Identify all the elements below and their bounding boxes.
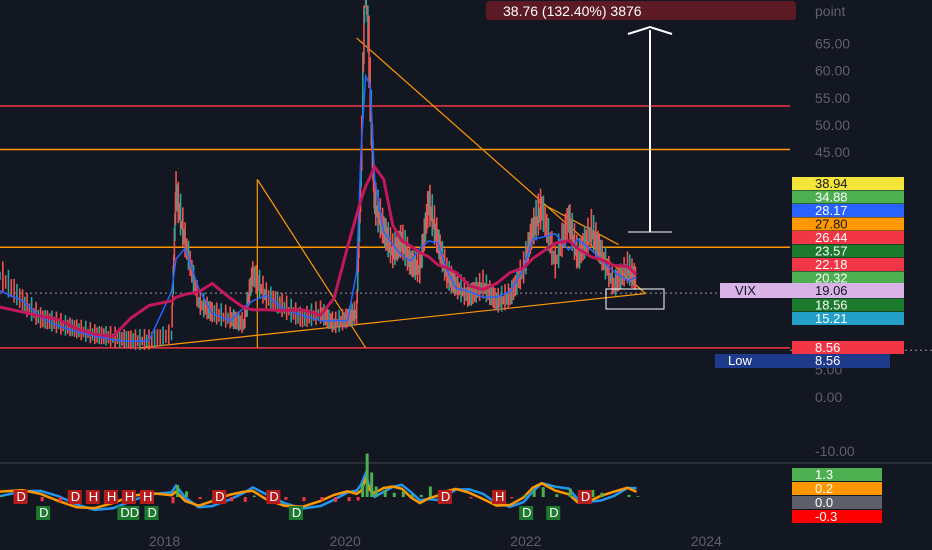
signal-marker-label: D — [292, 505, 301, 520]
histogram-bar — [541, 487, 545, 497]
signal-marker-label: D — [549, 505, 558, 520]
x-tick-label: 2020 — [330, 533, 361, 549]
histogram-bar — [58, 497, 62, 502]
signal-marker-label: D — [522, 505, 531, 520]
indicator-tag-value: 1.3 — [815, 467, 833, 482]
histogram-bar — [302, 497, 306, 502]
price-tag-bg — [792, 258, 904, 271]
histogram-bar — [0, 495, 3, 497]
low-value: 8.56 — [815, 353, 840, 368]
y-tick-label: 65.00 — [815, 35, 850, 51]
signal-marker-label: D — [441, 489, 450, 504]
histogram-bar — [419, 494, 423, 497]
histogram-bar — [383, 490, 387, 497]
price-tag-bg — [792, 190, 904, 204]
histogram-bar — [185, 491, 189, 497]
y-tick-label: 55.00 — [815, 90, 850, 106]
histogram-bar — [176, 485, 180, 497]
histogram-bar — [40, 497, 44, 502]
histogram-bar — [523, 494, 527, 497]
indicator-tag-bg — [792, 482, 882, 495]
y-tick-label: -10.00 — [815, 443, 855, 459]
x-tick-label: 2022 — [510, 533, 541, 549]
signal-marker-label: D — [39, 505, 48, 520]
signal-marker-label: H — [143, 489, 152, 504]
indicator-tag-value: -0.3 — [815, 509, 837, 524]
signal-marker-label: D — [147, 505, 156, 520]
histogram-bar — [284, 497, 288, 500]
price-tag-bg — [792, 341, 904, 354]
axis-unit-label: point — [815, 3, 845, 19]
low-value-tag — [792, 354, 890, 368]
y-tick-label: 60.00 — [815, 63, 850, 79]
current-symbol-tag — [720, 283, 792, 298]
signal-marker-label: D — [269, 489, 278, 504]
histogram-bar — [198, 497, 202, 500]
price-tag-bg — [792, 271, 904, 285]
histogram-bar — [568, 488, 572, 497]
signal-marker-label: DD — [120, 505, 139, 520]
low-label: Low — [728, 353, 752, 368]
histogram-bar — [636, 496, 640, 497]
price-tag-value: 15.21 — [815, 311, 848, 326]
indicator-tag-value: 0.2 — [815, 481, 833, 496]
histogram-bar — [361, 483, 365, 497]
signal-marker-label: D — [215, 489, 224, 504]
indicator-tag-bg — [792, 496, 882, 509]
measure-label: 38.76 (132.40%) 3876 — [503, 3, 642, 19]
price-tag-bg — [792, 244, 904, 258]
y-tick-label: 45.00 — [815, 144, 850, 160]
current-value-tag — [792, 283, 904, 298]
histogram-bar — [370, 472, 374, 497]
histogram-bar — [392, 492, 396, 497]
price-tag-bg — [792, 298, 904, 312]
current-value: 19.06 — [815, 283, 848, 298]
histogram-bar — [510, 497, 514, 499]
histogram-bar — [356, 497, 360, 501]
histogram-bar — [334, 497, 338, 502]
signal-marker-label: D — [581, 489, 590, 504]
histogram-bar — [365, 453, 369, 497]
histogram-bar — [252, 495, 256, 497]
histogram-bar — [243, 497, 247, 502]
histogram-bar — [347, 497, 351, 502]
histogram-bar — [401, 491, 405, 497]
indicator-tag-bg — [792, 468, 882, 481]
low-label-tag — [715, 354, 792, 368]
price-tag-bg — [792, 217, 904, 231]
signal-marker-label: H — [89, 489, 98, 504]
y-tick-label: 0.00 — [815, 389, 842, 405]
current-symbol: VIX — [735, 283, 756, 298]
signal-marker-label: H — [107, 489, 116, 504]
histogram-bar — [428, 486, 432, 497]
histogram-bar — [230, 497, 234, 502]
histogram-bar — [469, 497, 473, 499]
histogram-bar — [171, 497, 175, 504]
indicator-tag-value: 0.0 — [815, 495, 833, 510]
histogram-bar — [555, 494, 559, 497]
price-tag-bg — [792, 204, 904, 217]
signal-marker-label: D — [17, 489, 26, 504]
histogram-bar — [600, 492, 604, 497]
histogram-bar — [627, 494, 631, 497]
y-tick-label: 50.00 — [815, 117, 850, 133]
histogram-bar — [532, 490, 536, 497]
price-tag-bg — [792, 312, 904, 325]
signal-marker-label: H — [125, 489, 134, 504]
histogram-bar — [320, 497, 324, 501]
signal-marker-label: H — [495, 489, 504, 504]
price-tag-bg — [792, 231, 904, 244]
price-tag-bg — [792, 177, 904, 190]
histogram-bar — [374, 486, 378, 497]
signal-marker-label: D — [71, 489, 80, 504]
x-tick-label: 2018 — [149, 533, 180, 549]
vix-chart[interactable]: DDD H H H HDD DD DDD HD DD1.30.20.0-0.3 -10.000.… — [0, 0, 932, 550]
histogram-bar — [410, 494, 414, 497]
x-tick-label: 2024 — [691, 533, 722, 549]
